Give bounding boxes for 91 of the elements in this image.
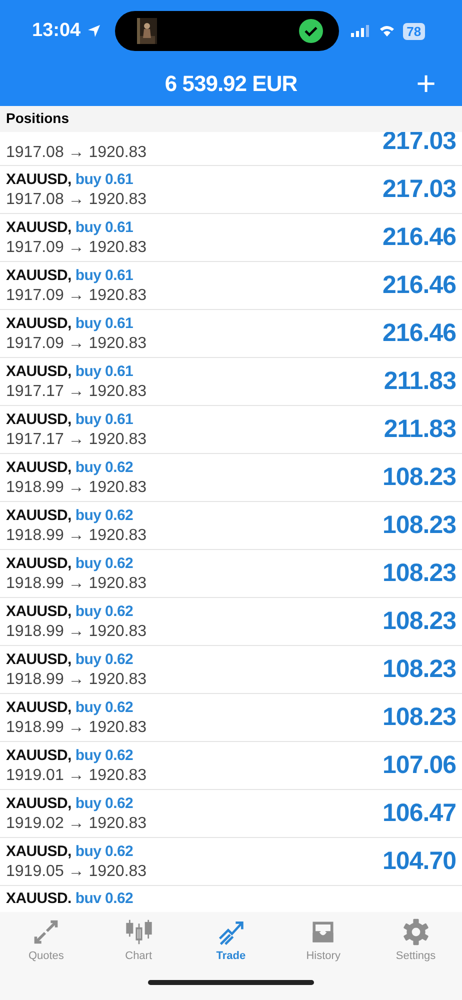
profit-value: 216.46 [382, 271, 456, 300]
profit-value: 217.03 [382, 175, 456, 204]
profit-value: 104.70 [382, 847, 456, 876]
symbol-label: XAUUSD, [6, 602, 72, 620]
symbol-label: XAUUSD, [6, 314, 72, 332]
signal-icon [350, 25, 369, 37]
symbol-label: XAUUSD, [6, 842, 72, 860]
profit-value: 216.46 [382, 223, 456, 252]
order-side: buy 0.62 [75, 794, 134, 812]
add-button[interactable]: + [412, 66, 440, 102]
candlestick-icon [124, 918, 153, 946]
price-range: 1917.08 → 1920.83 [6, 144, 147, 162]
symbol-label: XAUUSD, [6, 266, 72, 284]
position-row[interactable]: XAUUSD, buy 0.62 1919.05 → 1920.83 104.70 [0, 838, 462, 886]
settings-icon [402, 918, 430, 946]
position-row[interactable]: XAUUSD, buy 0.62 1918.99 → 1920.83 108.23 [0, 550, 462, 598]
symbol-label: XAUUSD, [6, 506, 72, 524]
profit-value: 108.23 [382, 703, 456, 732]
symbol-label: XAUUSD, [6, 650, 72, 668]
symbol-label: XAUUSD, [6, 794, 72, 812]
location-arrow-icon [86, 24, 101, 38]
position-row[interactable]: XAUUSD, buy 0.62 1918.99 → 1920.83 108.23 [0, 454, 462, 502]
symbol-label: XAUUSD, [6, 170, 72, 188]
order-side: buy 0.62 [75, 506, 134, 524]
price-range: 1917.17 → 1920.83 [6, 382, 147, 400]
price-range: 1918.99 → 1920.83 [6, 574, 147, 592]
symbol-label: XAUUSD. [6, 890, 72, 907]
order-side: buv 0.62 [75, 890, 134, 907]
account-balance: 6 539.92 EUR [164, 71, 298, 97]
profit-value: 106.47 [382, 799, 456, 828]
order-side: buy 0.62 [75, 650, 134, 668]
price-range: 1918.99 → 1920.83 [6, 718, 147, 736]
tab[interactable]: Trade [192, 918, 269, 962]
position-row[interactable]: XAUUSD, buy 0.61 1917.09 → 1920.83 216.46 [0, 214, 462, 262]
price-range: 1918.99 → 1920.83 [6, 526, 147, 544]
wifi-icon [378, 25, 395, 37]
order-side: buy 0.62 [75, 842, 134, 860]
position-row[interactable]: XAUUSD, buy 0.62 1918.99 → 1920.83 108.23 [0, 598, 462, 646]
position-row[interactable]: XAUUSD, buy 0.61 1917.09 → 1920.83 216.46 [0, 310, 462, 358]
profit-value: 211.83 [384, 415, 456, 444]
section-header: Positions [0, 106, 462, 132]
profit-value: 107.06 [382, 751, 456, 780]
price-range: 1917.09 → 1920.83 [6, 334, 147, 352]
symbol-label: XAUUSD, [6, 554, 72, 572]
symbol-label: XAUUSD, [6, 410, 72, 428]
price-range: 1918.99 → 1920.83 [6, 478, 147, 496]
order-side: buy 0.62 [75, 602, 134, 620]
position-row[interactable]: XAUUSD, buy 0.62 1919.02 → 1920.83 106.47 [0, 790, 462, 838]
symbol-label: XAUUSD, [6, 218, 72, 236]
order-side: buy 0.62 [75, 698, 134, 716]
order-side: buy 0.62 [75, 746, 134, 764]
profit-value: 216.46 [382, 319, 456, 348]
price-range: 1918.99 → 1920.83 [6, 670, 147, 688]
profit-value: 211.83 [384, 367, 456, 396]
battery-level: 78 [402, 22, 426, 40]
order-side: buy 0.61 [75, 266, 134, 284]
order-side: buy 0.61 [75, 410, 134, 428]
profit-value: 108.23 [382, 607, 456, 636]
position-row[interactable]: XAUUSD, buy 0.62 1918.99 → 1920.83 108.23 [0, 646, 462, 694]
profit-value: 108.23 [382, 559, 456, 588]
position-row[interactable]: XAUUSD, buy 0.61 1917.08 → 1920.83 217.03 [0, 166, 462, 214]
order-side: buy 0.61 [75, 362, 134, 380]
position-row[interactable]: XAUUSD, buy 0.61 1917.09 → 1920.83 216.46 [0, 262, 462, 310]
price-range: 1917.17 → 1920.83 [6, 430, 147, 448]
profit-value: 108.23 [382, 463, 456, 492]
position-row[interactable]: XAUUSD, buy 0.61 1917.17 → 1920.83 211.83 [0, 358, 462, 406]
price-range: 1919.02 → 1920.83 [6, 814, 147, 832]
profit-value: 108.23 [382, 655, 456, 684]
profit-value: 108.23 [382, 511, 456, 540]
price-range: 1919.01 → 1920.83 [6, 766, 147, 784]
order-side: buy 0.61 [75, 218, 134, 236]
position-row[interactable]: XAUUSD, buy 0.62 1919.01 → 1920.83 107.06 [0, 742, 462, 790]
position-row[interactable]: XAUUSD, buy 0.61 1917.17 → 1920.83 211.83 [0, 406, 462, 454]
price-range: 1917.09 → 1920.83 [6, 286, 147, 304]
symbol-label: XAUUSD, [6, 362, 72, 380]
symbol-label: XAUUSD, [6, 698, 72, 716]
arrows-icon [32, 918, 60, 946]
price-range: 1917.08 → 1920.83 [6, 190, 147, 208]
order-side: buy 0.62 [75, 554, 134, 572]
symbol-label: XAUUSD, [6, 746, 72, 764]
price-range: 1918.99 → 1920.83 [6, 622, 147, 640]
order-side: buy 0.61 [75, 170, 134, 188]
price-range: 1919.05 → 1920.83 [6, 862, 147, 880]
position-row[interactable]: XAUUSD, buy 0.62 1918.99 → 1920.83 108.23 [0, 694, 462, 742]
order-side: buy 0.62 [75, 458, 134, 476]
status-time: 13:04 [32, 20, 81, 42]
check-icon [298, 19, 323, 43]
price-range: 1917.09 → 1920.83 [6, 238, 147, 256]
position-row[interactable]: XAUUSD, buy 0.62 1918.99 → 1920.83 108.23 [0, 502, 462, 550]
order-side: buy 0.61 [75, 314, 134, 332]
symbol-label: XAUUSD, [6, 458, 72, 476]
